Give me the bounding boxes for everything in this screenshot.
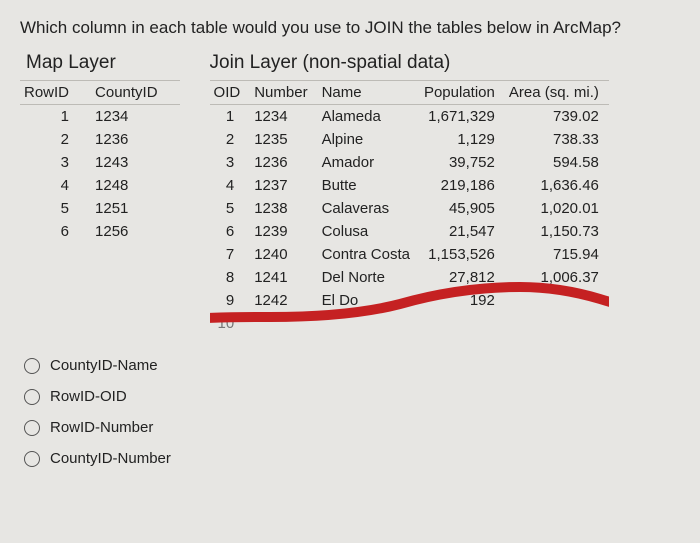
option-label: RowID-Number <box>50 419 153 436</box>
right-header-area: Area (sq. mi.) <box>505 81 609 105</box>
join-layer-title: Join Layer (non-spatial data) <box>210 52 609 74</box>
left-header-countyid: CountyID <box>91 81 180 105</box>
option-label: CountyID-Number <box>50 450 171 467</box>
annotation-marker <box>210 269 609 329</box>
map-layer-title: Map Layer <box>20 52 180 74</box>
radio-icon <box>24 420 40 436</box>
radio-icon <box>24 358 40 374</box>
map-layer-block: Map Layer RowID CountyID 11234 21236 312… <box>20 52 180 243</box>
tables-area: Map Layer RowID CountyID 11234 21236 312… <box>20 52 680 335</box>
option-label: RowID-OID <box>50 388 127 405</box>
option-rowid-oid[interactable]: RowID-OID <box>24 388 680 405</box>
right-header-number: Number <box>250 81 317 105</box>
option-countyid-number[interactable]: CountyID-Number <box>24 450 680 467</box>
option-label: CountyID-Name <box>50 357 158 374</box>
table-row: 51238Calaveras45,9051,020.01 <box>210 197 609 220</box>
left-header-rowid: RowID <box>20 81 91 105</box>
map-layer-table: RowID CountyID 11234 21236 31243 41248 5… <box>20 80 180 243</box>
table-row: 21235Alpine1,129738.33 <box>210 128 609 151</box>
table-row: 51251 <box>20 197 180 220</box>
right-header-population: Population <box>420 81 505 105</box>
option-countyid-name[interactable]: CountyID-Name <box>24 357 680 374</box>
table-row: 61256 <box>20 220 180 243</box>
radio-icon <box>24 451 40 467</box>
table-row: 61239Colusa21,5471,150.73 <box>210 220 609 243</box>
table-row: 31236Amador39,752594.58 <box>210 151 609 174</box>
table-row: 71240Contra Costa1,153,526715.94 <box>210 243 609 266</box>
table-row: 21236 <box>20 128 180 151</box>
join-layer-block: Join Layer (non-spatial data) OID Number… <box>210 52 609 335</box>
table-row: 31243 <box>20 151 180 174</box>
table-row: 41248 <box>20 174 180 197</box>
answer-options: CountyID-Name RowID-OID RowID-Number Cou… <box>20 357 680 467</box>
radio-icon <box>24 389 40 405</box>
table-row: 41237Butte219,1861,636.46 <box>210 174 609 197</box>
option-rowid-number[interactable]: RowID-Number <box>24 419 680 436</box>
table-row: 11234 <box>20 105 180 129</box>
right-header-oid: OID <box>210 81 251 105</box>
question-text: Which column in each table would you use… <box>20 18 680 38</box>
right-header-name: Name <box>318 81 420 105</box>
table-row: 11234Alameda1,671,329739.02 <box>210 105 609 129</box>
